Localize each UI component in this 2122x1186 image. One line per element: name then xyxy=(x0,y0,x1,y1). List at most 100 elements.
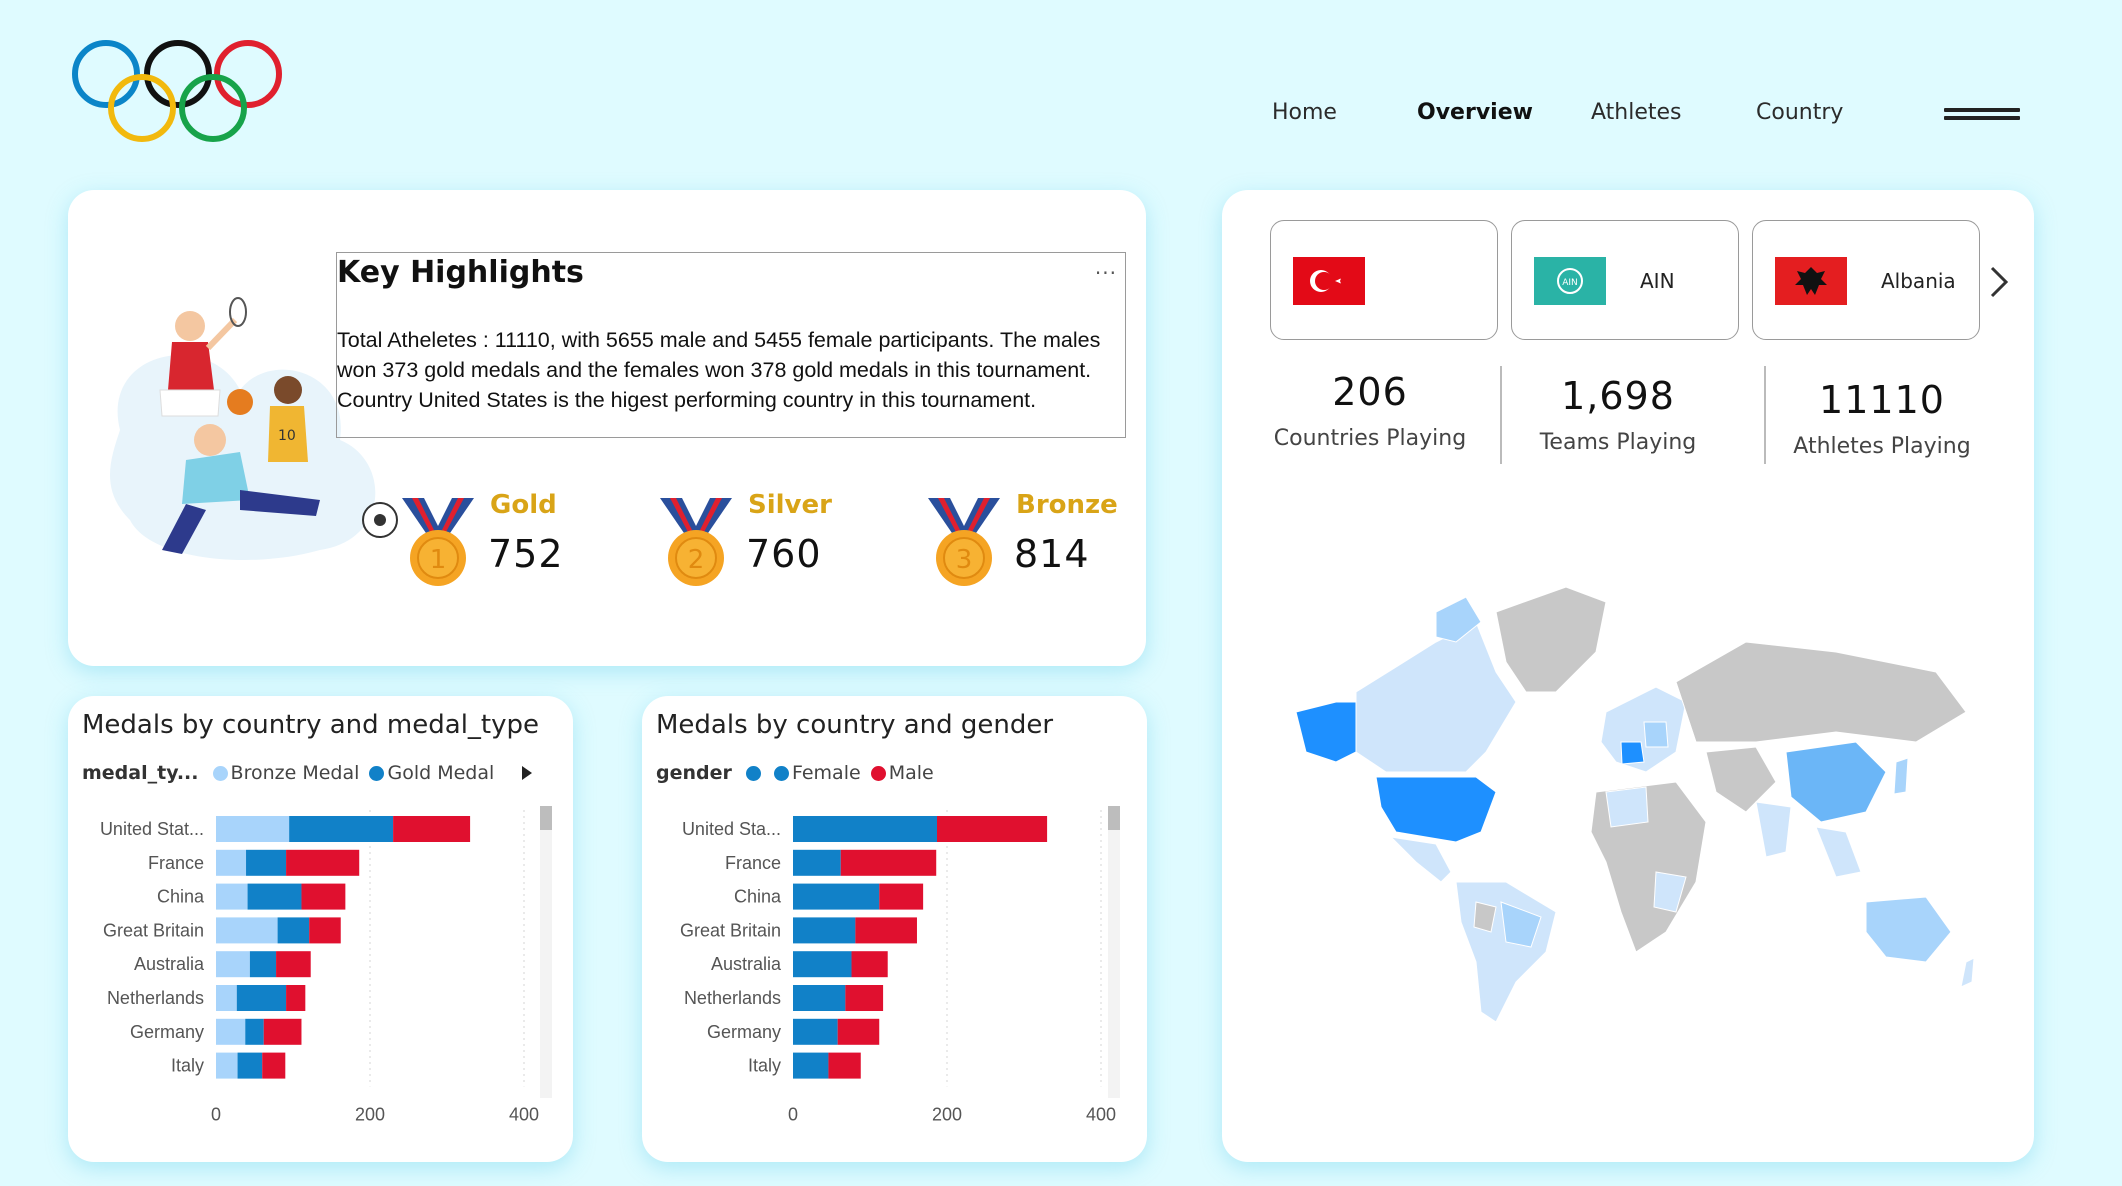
nav-overview[interactable]: Overview xyxy=(1417,100,1533,125)
chart-legend: gender Female Male xyxy=(656,762,938,786)
bar-segment[interactable] xyxy=(793,1052,829,1079)
silver-label: Silver xyxy=(748,490,832,520)
bar-segment[interactable] xyxy=(301,883,346,910)
bar-segment[interactable] xyxy=(309,917,341,944)
x-tick-label: 0 xyxy=(788,1104,798,1124)
bar-segment[interactable] xyxy=(793,816,937,842)
y-category-label: France xyxy=(148,853,204,873)
y-category-label: United Stat... xyxy=(100,819,204,839)
bar-segment[interactable] xyxy=(247,883,302,910)
bar-segment[interactable] xyxy=(216,883,248,910)
chevron-right-icon[interactable] xyxy=(1984,262,2014,302)
y-category-label: France xyxy=(725,853,781,873)
bar-segment[interactable] xyxy=(216,849,247,876)
scroll-thumb[interactable] xyxy=(1108,806,1120,830)
bar-segment[interactable] xyxy=(262,1052,286,1079)
bar-segment[interactable] xyxy=(216,816,290,842)
bar-segment[interactable] xyxy=(286,849,360,876)
stat-label: Teams Playing xyxy=(1539,430,1697,455)
nav-athletes[interactable]: Athletes xyxy=(1591,100,1682,125)
bar-segment[interactable] xyxy=(249,951,277,978)
y-category-label: Italy xyxy=(171,1056,204,1076)
legend-entry[interactable]: Bronze Medal xyxy=(231,762,360,784)
y-category-label: China xyxy=(734,887,782,907)
bar-segment[interactable] xyxy=(393,816,471,842)
bar-segment[interactable] xyxy=(793,951,852,978)
legend-swatch xyxy=(773,766,789,781)
y-category-label: Australia xyxy=(134,954,205,974)
gold-label: Gold xyxy=(490,490,557,520)
bar-segment[interactable] xyxy=(246,849,287,876)
stat-countries: 206 Countries Playing xyxy=(1250,370,1490,451)
gender-bar-chart: 0 200 400 United Sta... France China Great Bri… xyxy=(680,810,1116,1124)
legend-swatch xyxy=(212,766,228,781)
bar-segment[interactable] xyxy=(216,951,250,978)
chart-scrollbar[interactable] xyxy=(540,806,552,1098)
silver-medal-icon: 2 xyxy=(660,498,732,586)
chart-title: Medals by country and medal_type xyxy=(82,710,539,740)
key-highlights-textbox: Key Highlights ... Total Atheletes : 111… xyxy=(336,252,1126,438)
legend-swatch xyxy=(870,766,886,781)
svg-text:10: 10 xyxy=(278,428,296,444)
bar-segment[interactable] xyxy=(936,816,1048,842)
bar-segment[interactable] xyxy=(793,985,846,1011)
bar-segment[interactable] xyxy=(216,1052,238,1079)
bar-segment[interactable] xyxy=(245,1018,264,1045)
country-card-ain[interactable]: AIN AIN xyxy=(1511,220,1739,340)
legend-entry[interactable]: Female xyxy=(792,762,861,784)
bronze-value: 814 xyxy=(1014,532,1090,576)
bar-segment[interactable] xyxy=(793,1018,838,1045)
more-options-icon[interactable]: ... xyxy=(1095,255,1117,279)
legend-entry[interactable]: Gold Medal xyxy=(387,762,494,784)
olympic-rings-icon xyxy=(72,40,282,142)
y-category-label: China xyxy=(157,887,205,907)
svg-text:AIN: AIN xyxy=(1562,278,1578,288)
bar-segment[interactable] xyxy=(277,917,310,944)
y-category-label: Germany xyxy=(130,1022,204,1042)
gold-medal-stat: 1 Gold 752 xyxy=(398,490,618,610)
svg-text:1: 1 xyxy=(430,545,447,575)
bar-segment[interactable] xyxy=(216,917,278,944)
gold-medal-icon: 1 xyxy=(402,498,474,586)
bar-segment[interactable] xyxy=(879,883,924,910)
legend-next-icon[interactable] xyxy=(520,764,534,782)
bar-segment[interactable] xyxy=(828,1052,861,1079)
svg-text:3: 3 xyxy=(956,545,973,575)
bar-segment[interactable] xyxy=(216,1018,246,1045)
y-category-label: Italy xyxy=(748,1056,781,1076)
chart-scrollbar[interactable] xyxy=(1108,806,1120,1098)
silver-medal-stat: 2 Silver 760 xyxy=(656,490,876,610)
bar-segment[interactable] xyxy=(793,917,856,944)
bar-segment[interactable] xyxy=(793,883,880,910)
chart-legend: medal_ty... Bronze Medal Gold Medal xyxy=(82,762,498,786)
nav-country[interactable]: Country xyxy=(1756,100,1843,125)
world-map-icon[interactable] xyxy=(1276,582,1976,1032)
bronze-medal-stat: 3 Bronze 814 xyxy=(924,490,1144,610)
medal-type-bar-chart: 0 200 400 United Stat... France China Great Br… xyxy=(100,810,539,1124)
bar-segment[interactable] xyxy=(286,985,306,1011)
medals-by-gender-card: Medals by country and gender gender Fema… xyxy=(642,696,1147,1162)
bar-segment[interactable] xyxy=(851,951,888,978)
legend-title: medal_ty... xyxy=(82,762,199,784)
bar-segment[interactable] xyxy=(793,849,841,876)
bar-segment[interactable] xyxy=(845,985,884,1011)
bar-segment[interactable] xyxy=(216,985,237,1011)
x-tick-label: 400 xyxy=(1086,1104,1116,1124)
silver-value: 760 xyxy=(746,532,822,576)
bar-segment[interactable] xyxy=(855,917,917,944)
bar-segment[interactable] xyxy=(276,951,311,978)
bar-segment[interactable] xyxy=(263,1018,302,1045)
bar-segment[interactable] xyxy=(840,849,937,876)
x-tick-label: 400 xyxy=(509,1104,539,1124)
bar-segment[interactable] xyxy=(837,1018,880,1045)
scroll-thumb[interactable] xyxy=(540,806,552,830)
country-card-turkey[interactable] xyxy=(1270,220,1498,340)
hamburger-menu-icon[interactable] xyxy=(1940,88,2024,140)
legend-entry[interactable]: Male xyxy=(889,762,934,784)
stat-value: 206 xyxy=(1332,370,1408,414)
bar-segment[interactable] xyxy=(289,816,394,842)
bar-segment[interactable] xyxy=(236,985,287,1011)
bar-segment[interactable] xyxy=(237,1052,263,1079)
country-card-albania[interactable]: Albania xyxy=(1752,220,1980,340)
nav-home[interactable]: Home xyxy=(1272,100,1337,125)
